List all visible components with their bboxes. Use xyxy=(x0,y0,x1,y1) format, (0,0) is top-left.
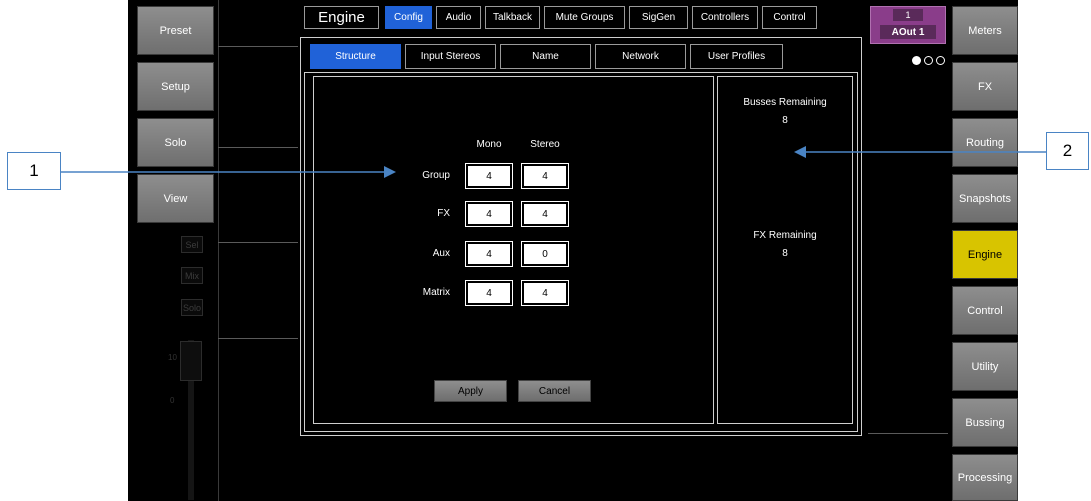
tab-talkback[interactable]: Talkback xyxy=(485,6,540,29)
callout-1: 1 xyxy=(7,152,61,190)
strip-line xyxy=(218,242,298,243)
fader-cap[interactable] xyxy=(180,341,202,381)
sel-button[interactable]: Sel xyxy=(181,236,203,253)
menu-processing[interactable]: Processing xyxy=(952,454,1018,501)
strip-line xyxy=(218,338,298,339)
fader-scale-0: 0 xyxy=(170,396,175,405)
fx-stereo-field[interactable]: 4 xyxy=(521,201,569,227)
matrix-stereo-field[interactable]: 4 xyxy=(521,280,569,306)
row-label-matrix: Matrix xyxy=(422,287,450,298)
tab-siggen[interactable]: SigGen xyxy=(629,6,688,29)
tab-controllers[interactable]: Controllers xyxy=(692,6,758,29)
menu-meters[interactable]: Meters xyxy=(952,6,1018,55)
fader-scale-10: 10 xyxy=(168,353,177,362)
busses-remaining-value: 8 xyxy=(782,115,788,126)
strip-line xyxy=(218,46,298,47)
fx-mono-field[interactable]: 4 xyxy=(465,201,513,227)
fx-remaining-value: 8 xyxy=(782,248,788,259)
menu-engine[interactable]: Engine xyxy=(952,230,1018,279)
aux-stereo-field[interactable]: 0 xyxy=(521,241,569,267)
menu-control[interactable]: Control xyxy=(952,286,1018,335)
menu-utility[interactable]: Utility xyxy=(952,342,1018,391)
menu-fx[interactable]: FX xyxy=(952,62,1018,111)
busses-remaining-label: Busses Remaining xyxy=(743,97,827,108)
strip-line xyxy=(218,147,298,148)
row-label-fx: FX xyxy=(437,208,450,219)
tab-config[interactable]: Config xyxy=(385,6,432,29)
tab-audio[interactable]: Audio xyxy=(436,6,481,29)
group-stereo-field[interactable]: 4 xyxy=(521,163,569,189)
structure-box xyxy=(313,76,714,424)
tab-control[interactable]: Control xyxy=(762,6,817,29)
col-stereo: Stereo xyxy=(530,139,560,150)
menu-snapshots[interactable]: Snapshots xyxy=(952,174,1018,223)
preset-button[interactable]: Preset xyxy=(137,6,214,55)
channel-number: 1 xyxy=(893,9,923,21)
strip-divider xyxy=(218,0,219,501)
strip-line xyxy=(868,433,948,434)
page-dot-icon[interactable] xyxy=(924,56,933,65)
channel-name: AOut 1 xyxy=(880,25,936,39)
subtab-input-stereos[interactable]: Input Stereos xyxy=(405,44,496,69)
row-label-group: Group xyxy=(422,170,450,181)
subtab-structure[interactable]: Structure xyxy=(310,44,401,69)
page-dot-active-icon[interactable] xyxy=(912,56,921,65)
apply-button[interactable]: Apply xyxy=(434,380,507,402)
row-label-aux: Aux xyxy=(432,248,450,259)
menu-routing[interactable]: Routing xyxy=(952,118,1018,167)
strip-solo-button[interactable]: Solo xyxy=(181,299,203,316)
page-title: Engine xyxy=(304,6,379,29)
tab-mute-groups[interactable]: Mute Groups xyxy=(544,6,625,29)
callout-2: 2 xyxy=(1046,132,1089,170)
fx-remaining-label: FX Remaining xyxy=(753,230,817,241)
matrix-mono-field[interactable]: 4 xyxy=(465,280,513,306)
cancel-button[interactable]: Cancel xyxy=(518,380,591,402)
group-mono-field[interactable]: 4 xyxy=(465,163,513,189)
col-mono: Mono xyxy=(476,139,502,150)
subtab-name[interactable]: Name xyxy=(500,44,591,69)
menu-bussing[interactable]: Bussing xyxy=(952,398,1018,447)
solo-button[interactable]: Solo xyxy=(137,118,214,167)
subtab-network[interactable]: Network xyxy=(595,44,686,69)
view-button[interactable]: View xyxy=(137,174,214,223)
setup-button[interactable]: Setup xyxy=(137,62,214,111)
aux-mono-field[interactable]: 4 xyxy=(465,241,513,267)
page-dot-icon[interactable] xyxy=(936,56,945,65)
mix-button[interactable]: Mix xyxy=(181,267,203,284)
subtab-user-profiles[interactable]: User Profiles xyxy=(690,44,783,69)
